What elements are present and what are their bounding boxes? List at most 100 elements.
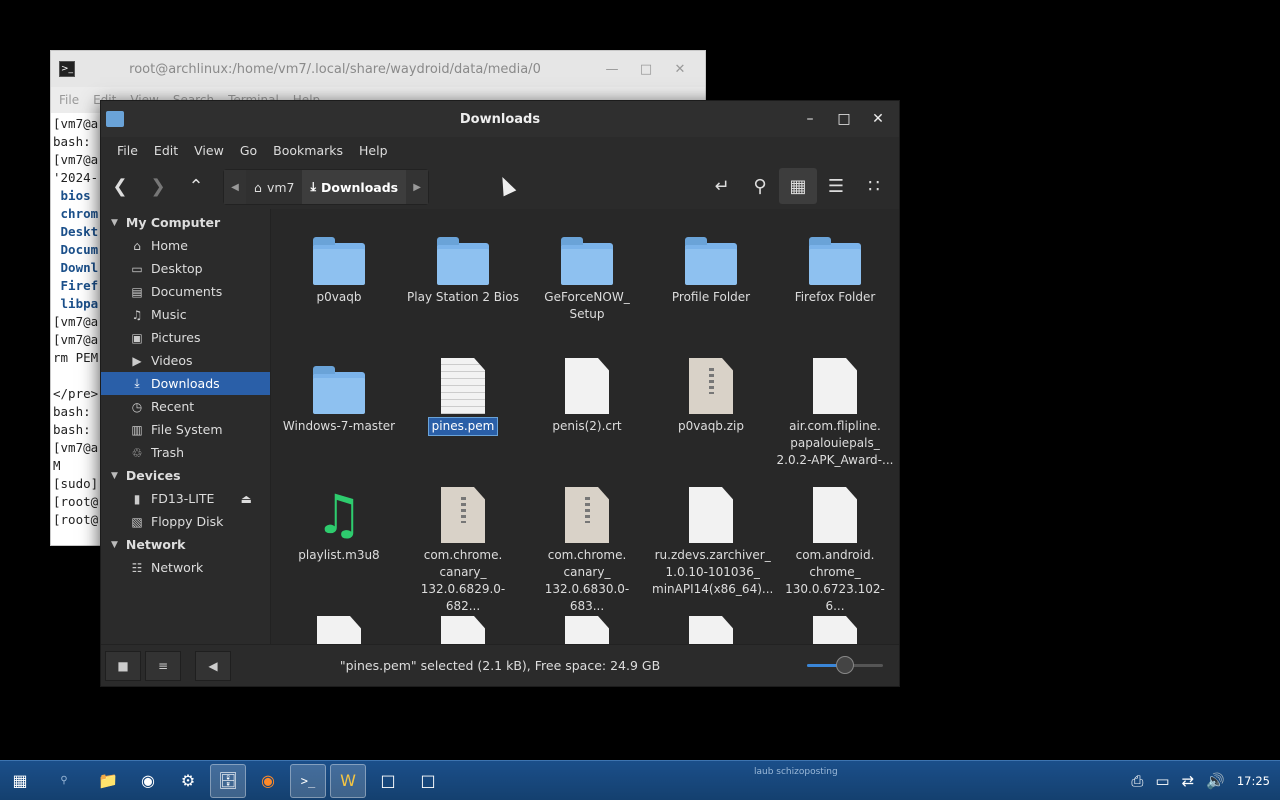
menu-view[interactable]: View xyxy=(186,143,232,158)
breadcrumb-current[interactable]: ⤓ Downloads xyxy=(302,170,407,204)
list-view-icon[interactable]: ☰ xyxy=(817,168,855,204)
firefox-taskbar-icon[interactable]: ◉ xyxy=(250,764,286,798)
folder-item[interactable]: Play Station 2 Bios xyxy=(401,227,525,306)
sidebar-item-desktop[interactable]: ▭ Desktop xyxy=(101,257,270,280)
file-name: p0vaqb.zip xyxy=(677,419,744,433)
file-grid[interactable]: p0vaqb Play Station 2 Bios GeForceNOW_ Set… xyxy=(271,209,899,644)
close-icon[interactable]: ✕ xyxy=(663,62,697,77)
sidebar-item-videos[interactable]: ▶ Videos xyxy=(101,349,270,372)
app-launcher-icon[interactable]: □ xyxy=(370,764,406,798)
back-icon[interactable]: ❮ xyxy=(101,168,139,204)
terminal-menu-file[interactable]: File xyxy=(59,93,79,107)
file-item[interactable]: ru.zdevs.zarchiver_ 1.0.10-101036_ minAP… xyxy=(649,485,773,598)
network-tray-icon[interactable]: ⇄ xyxy=(1182,772,1195,790)
file-item[interactable]: air.com.flipline. papalouiepals_ 2.0.2-A… xyxy=(773,356,897,469)
up-icon[interactable]: ⌃ xyxy=(177,168,215,204)
app-launcher-icon[interactable]: □ xyxy=(410,764,446,798)
file-item[interactable] xyxy=(525,614,649,644)
sidebar-item-floppy-disk[interactable]: ▧ Floppy Disk xyxy=(101,510,270,533)
volume-icon[interactable]: 🔊 xyxy=(1206,772,1225,790)
eject-icon[interactable]: ⏏ xyxy=(241,492,252,506)
browser-launcher-icon[interactable]: ◉ xyxy=(130,764,166,798)
menu-help[interactable]: Help xyxy=(351,143,396,158)
sidebar-item-documents[interactable]: ▤ Documents xyxy=(101,280,270,303)
file-icon xyxy=(689,616,733,644)
sidebar-header-network[interactable]: ▼ Network xyxy=(101,533,270,556)
sidebar-item-pictures[interactable]: ▣ Pictures xyxy=(101,326,270,349)
folder-item[interactable]: GeForceNOW_ Setup xyxy=(525,227,649,323)
sidebar-item-network[interactable]: ☷ Network xyxy=(101,556,270,579)
file-item[interactable]: p0vaqb.zip xyxy=(649,356,773,435)
folder-item[interactable]: Firefox Folder xyxy=(773,227,897,306)
search-icon[interactable]: ⚲ xyxy=(741,168,779,204)
close-icon[interactable]: ✕ xyxy=(861,101,895,137)
fm-menubar: File Edit View Go Bookmarks Help xyxy=(101,137,899,163)
files-launcher-icon[interactable]: 📁 xyxy=(90,764,126,798)
folder-item[interactable]: p0vaqb xyxy=(277,227,401,306)
home-icon: ⌂ xyxy=(133,238,141,253)
location-toggle-icon[interactable]: ↵ xyxy=(703,168,741,204)
file-item[interactable]: com.chrome. canary_ 132.0.6829.0-682... xyxy=(401,485,525,615)
file-item[interactable]: com.android. chrome_ 130.0.6723.102-6... xyxy=(773,485,897,615)
file-manager-taskbar-icon[interactable]: 🗄 xyxy=(210,763,246,798)
sidebar-header-devices[interactable]: ▼ Devices xyxy=(101,464,270,487)
archive-icon xyxy=(441,487,485,543)
file-item[interactable]: com.chrome. canary_ 132.0.6830.0-683... xyxy=(525,485,649,615)
icon-view-icon[interactable]: ▦ xyxy=(779,168,817,204)
minimize-icon[interactable]: – xyxy=(793,101,827,137)
maximize-icon[interactable]: □ xyxy=(629,62,663,77)
file-item[interactable]: penis(2).crt xyxy=(525,356,649,435)
waydroid-taskbar-icon[interactable]: W xyxy=(330,763,366,798)
terminal-titlebar[interactable]: >_ root@archlinux:/home/vm7/.local/share… xyxy=(51,51,705,87)
folder-icon xyxy=(313,237,365,285)
file-item[interactable] xyxy=(773,614,897,644)
zoom-slider-knob[interactable] xyxy=(836,656,854,674)
hide-sidebar-icon[interactable]: ◀ xyxy=(195,650,231,681)
display-icon[interactable]: ▭ xyxy=(1155,772,1169,790)
search-icon[interactable]: ⚲ xyxy=(42,764,86,798)
sidebar-item-trash[interactable]: ♲ Trash xyxy=(101,441,270,464)
folder-icon xyxy=(313,366,365,414)
settings-launcher-icon[interactable]: ⚙ xyxy=(170,764,206,798)
start-menu-icon[interactable]: ▦ xyxy=(2,764,38,798)
file-item[interactable] xyxy=(401,614,525,644)
sidebar-item-recent[interactable]: ◷ Recent xyxy=(101,395,270,418)
file-icon xyxy=(317,616,361,644)
maximize-icon[interactable]: □ xyxy=(827,101,861,137)
menu-bookmarks[interactable]: Bookmarks xyxy=(265,143,351,158)
file-item[interactable]: pines.pem xyxy=(401,356,525,436)
minimize-icon[interactable]: — xyxy=(595,62,629,77)
folder-item[interactable]: Profile Folder xyxy=(649,227,773,306)
file-item[interactable]: ♫ playlist.m3u8 xyxy=(277,485,401,564)
terminal-taskbar-icon[interactable]: >_ xyxy=(290,763,326,798)
folder-item[interactable]: Windows-7-master xyxy=(277,356,401,435)
breadcrumb-right-icon[interactable]: ▶ xyxy=(406,170,429,204)
sidebar-item-home[interactable]: ⌂ Home xyxy=(101,234,270,257)
file-item[interactable] xyxy=(649,614,773,644)
menu-file[interactable]: File xyxy=(109,143,146,158)
show-places-icon[interactable]: ■ xyxy=(105,650,141,681)
text-file-icon xyxy=(441,358,485,414)
sidebar-header-my-computer[interactable]: ▼ My Computer xyxy=(101,211,270,234)
compact-view-icon[interactable]: ∷ xyxy=(855,168,893,204)
sidebar-item-fd13-lite[interactable]: ▮ FD13-LITE ⏏ xyxy=(101,487,270,510)
breadcrumb-home[interactable]: ⌂ vm7 xyxy=(246,170,302,204)
documents-icon: ▤ xyxy=(131,284,143,299)
sidebar-item-music[interactable]: ♫ Music xyxy=(101,303,270,326)
expand-icon: ▼ xyxy=(111,539,118,550)
sidebar-item-downloads[interactable]: ⤓ Downloads xyxy=(101,372,270,395)
file-item[interactable] xyxy=(277,614,401,644)
printer-icon[interactable]: ⎙ xyxy=(1131,772,1143,790)
recent-icon: ◷ xyxy=(131,399,143,414)
forward-icon[interactable]: ❯ xyxy=(139,168,177,204)
zoom-slider[interactable] xyxy=(807,656,883,674)
sidebar-item-label: Desktop xyxy=(151,261,203,276)
menu-edit[interactable]: Edit xyxy=(146,143,186,158)
breadcrumb-left-icon[interactable]: ◀ xyxy=(224,170,246,204)
fm-titlebar[interactable]: Downloads – □ ✕ xyxy=(101,101,899,137)
show-tree-icon[interactable]: ≡ xyxy=(145,650,181,681)
clock[interactable]: 17:25 xyxy=(1237,774,1270,788)
sidebar-item-file-system[interactable]: ▥ File System xyxy=(101,418,270,441)
menu-go[interactable]: Go xyxy=(232,143,265,158)
videos-icon: ▶ xyxy=(132,353,142,368)
